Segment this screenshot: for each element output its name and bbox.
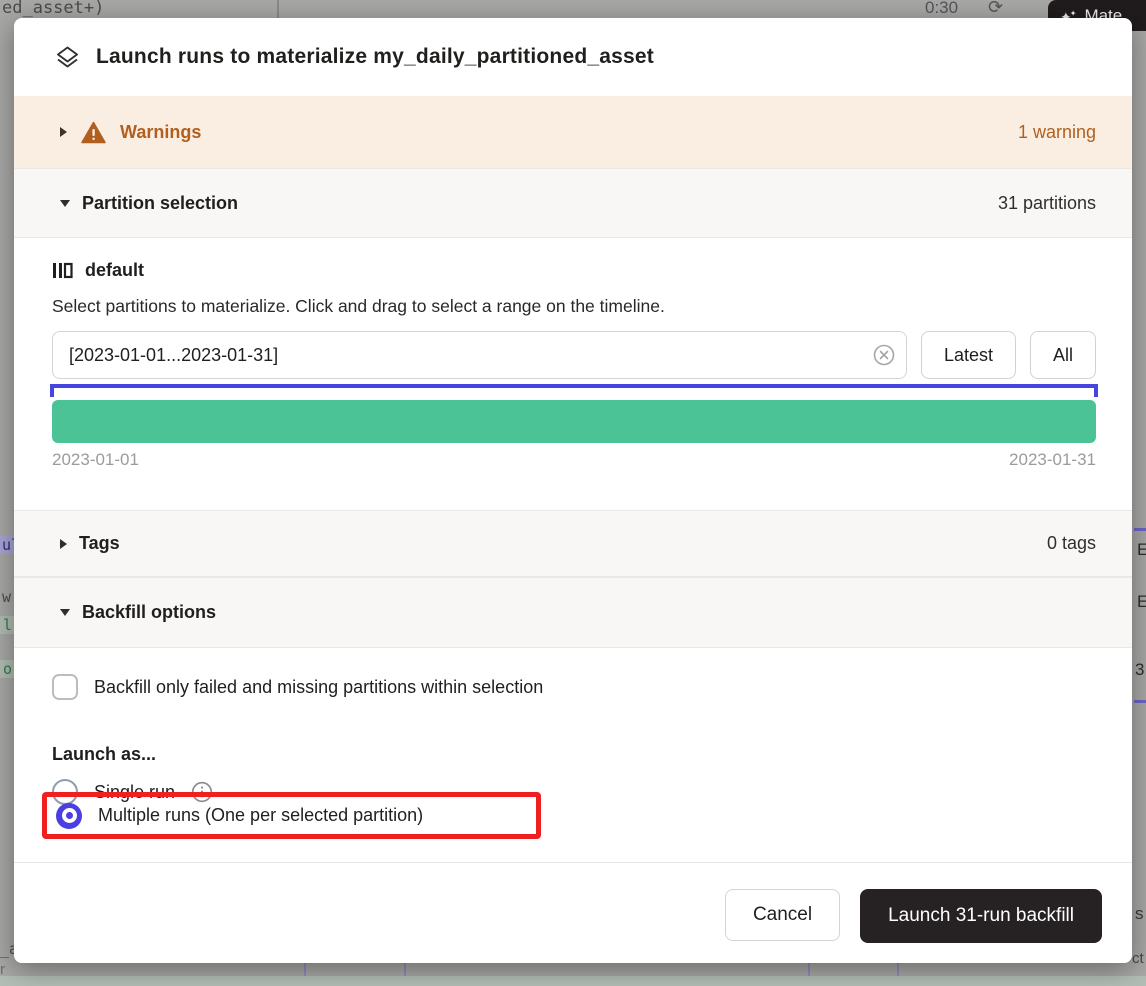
failed-missing-checkbox-label: Backfill only failed and missing partiti… bbox=[94, 677, 543, 698]
warning-triangle-icon bbox=[81, 121, 106, 144]
chevron-down-icon bbox=[60, 200, 70, 207]
background-text-fragment: ct bbox=[1132, 950, 1144, 967]
background-code-fragment: l bbox=[0, 616, 15, 634]
background-table-row bbox=[0, 976, 1146, 986]
chevron-down-icon bbox=[60, 609, 70, 616]
launch-as-label: Launch as... bbox=[52, 744, 156, 765]
background-asset-text: ed_asset+) bbox=[2, 0, 104, 18]
dialog-footer: Cancel Launch 31-run backfill bbox=[14, 862, 1132, 963]
tags-count: 0 tags bbox=[1047, 533, 1096, 554]
selection-range-outline bbox=[50, 384, 1098, 397]
all-button[interactable]: All bbox=[1030, 331, 1096, 379]
partition-input-row: Latest All bbox=[52, 331, 1096, 379]
warnings-section-header[interactable]: Warnings 1 warning bbox=[14, 96, 1132, 168]
partition-selection-label: Partition selection bbox=[82, 193, 238, 214]
background-text-fragment: E bbox=[1137, 592, 1146, 612]
partition-range-field bbox=[52, 331, 907, 379]
clear-input-icon[interactable] bbox=[873, 344, 895, 366]
dialog-title: Launch runs to materialize my_daily_part… bbox=[96, 45, 654, 69]
partition-help-text: Select partitions to materialize. Click … bbox=[52, 296, 665, 317]
background-text-fragment: 3 bbox=[1135, 660, 1144, 680]
background-code-fragment: o bbox=[0, 660, 15, 678]
launch-backfill-dialog: Launch runs to materialize my_daily_part… bbox=[14, 18, 1132, 963]
warnings-label: Warnings bbox=[120, 122, 201, 143]
warnings-count: 1 warning bbox=[1018, 122, 1096, 143]
background-panel-border bbox=[1134, 528, 1146, 531]
timeline-date-labels: 2023-01-01 2023-01-31 bbox=[52, 450, 1096, 470]
chevron-right-icon bbox=[60, 127, 67, 137]
cancel-button[interactable]: Cancel bbox=[725, 889, 840, 941]
backfill-options-body: Backfill only failed and missing partiti… bbox=[14, 648, 1132, 862]
background-text-fragment: s bbox=[1135, 904, 1144, 924]
backfill-options-label: Backfill options bbox=[82, 602, 216, 623]
selected-partitions-bar[interactable] bbox=[52, 400, 1096, 443]
refresh-icon: ⟳ bbox=[988, 0, 1003, 18]
chevron-right-icon bbox=[60, 539, 67, 549]
annotation-highlight-box: Multiple runs (One per selected partitio… bbox=[42, 792, 541, 839]
tags-label: Tags bbox=[79, 533, 120, 554]
partition-timeline[interactable] bbox=[52, 384, 1096, 444]
materialize-layers-icon bbox=[54, 44, 81, 71]
background-panel-border bbox=[1134, 700, 1146, 703]
partition-count: 31 partitions bbox=[998, 193, 1096, 214]
background-text-fragment: E bbox=[1137, 540, 1146, 560]
background-code-fragment: w bbox=[2, 588, 11, 606]
dimension-name: default bbox=[85, 260, 144, 281]
refresh-countdown: 0:30 bbox=[925, 0, 958, 18]
multiple-runs-radio[interactable] bbox=[56, 803, 82, 829]
partition-selection-header[interactable]: Partition selection 31 partitions bbox=[14, 168, 1132, 238]
failed-missing-checkbox[interactable] bbox=[52, 674, 78, 700]
multiple-runs-label: Multiple runs (One per selected partitio… bbox=[98, 805, 423, 826]
timeline-start-date: 2023-01-01 bbox=[52, 450, 139, 470]
launch-backfill-button[interactable]: Launch 31-run backfill bbox=[860, 889, 1102, 943]
tags-section-header[interactable]: Tags 0 tags bbox=[14, 510, 1132, 577]
partition-selection-body: default Select partitions to materialize… bbox=[14, 238, 1132, 510]
background-divider bbox=[277, 0, 279, 18]
partition-range-input[interactable] bbox=[52, 331, 907, 379]
dimension-header: default bbox=[52, 260, 144, 281]
partition-set-icon bbox=[52, 260, 73, 281]
failed-missing-checkbox-row[interactable]: Backfill only failed and missing partiti… bbox=[52, 674, 543, 700]
latest-button[interactable]: Latest bbox=[921, 331, 1016, 379]
dialog-header: Launch runs to materialize my_daily_part… bbox=[14, 18, 1132, 96]
backfill-options-header[interactable]: Backfill options bbox=[14, 577, 1132, 648]
timeline-end-date: 2023-01-31 bbox=[1009, 450, 1096, 470]
